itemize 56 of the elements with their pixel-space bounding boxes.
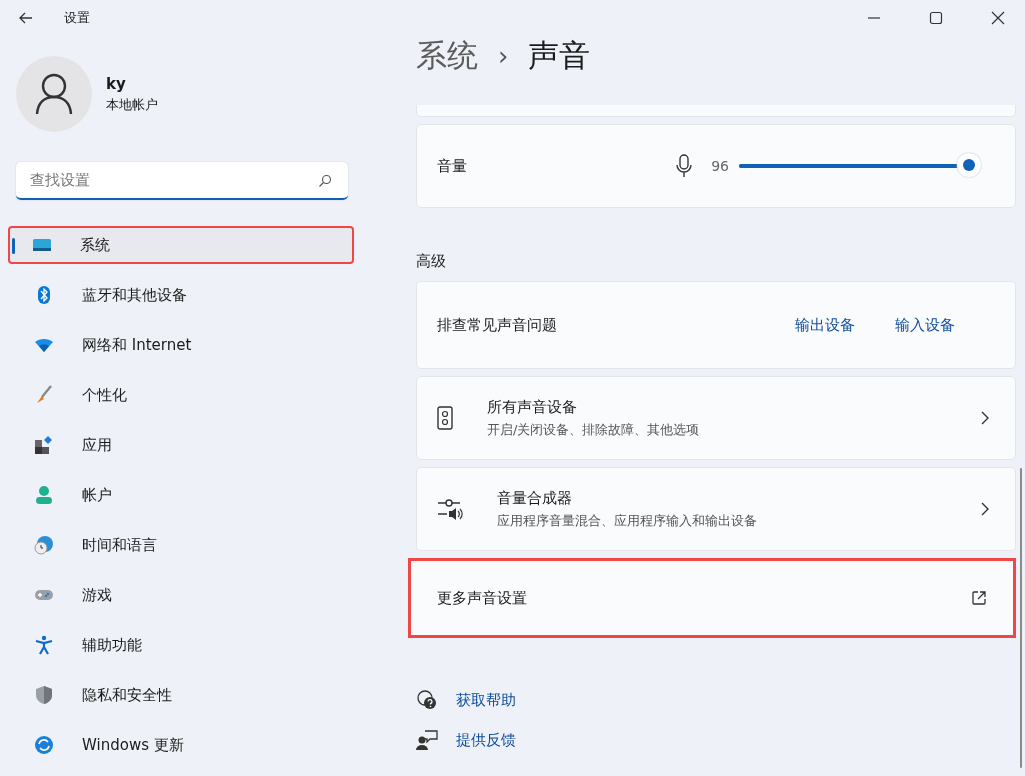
card-subtitle: 开启/关闭设备、排除故障、其他选项 [487,420,700,439]
sidebar-item[interactable]: 系统 [8,226,354,264]
brush-icon [34,385,54,405]
page-title: 声音 [528,36,591,75]
troubleshoot-label: 排查常见声音问题 [437,315,557,335]
avatar-icon [16,56,92,132]
breadcrumb-parent[interactable]: 系统 [416,35,478,77]
device-link[interactable]: 输入设备 [895,315,955,335]
footer-link[interactable]: 提供反馈 [456,730,516,750]
account-type: 本地帐户 [106,95,158,114]
microphone-icon[interactable] [675,154,694,178]
sidebar-item[interactable]: 时间和语言 [16,526,354,564]
selection-indicator [12,238,15,254]
settings-card[interactable]: 所有声音设备 开启/关闭设备、排除故障、其他选项 [416,376,1016,460]
mixer-icon [437,498,463,520]
sidebar-item[interactable]: 游戏 [16,576,354,614]
footer-link[interactable]: 获取帮助 [456,690,516,710]
feedback-icon [416,729,438,751]
clock-globe-icon [34,535,54,555]
shield-icon [34,685,54,705]
device-link[interactable]: 输出设备 [795,315,855,335]
window-title: 设置 [64,9,90,27]
accessibility-icon [34,635,54,655]
apps-icon [34,435,54,455]
card-subtitle: 应用程序音量混合、应用程序输入和输出设备 [497,511,757,530]
help-icon [416,689,438,711]
breadcrumb-separator: › [498,41,509,71]
scrollbar[interactable] [1020,468,1022,768]
search-icon [318,174,332,188]
back-arrow-icon[interactable] [18,10,34,26]
maximize-icon[interactable] [929,11,943,25]
card-title: 更多声音设置 [437,588,527,608]
volume-label: 音量 [437,156,467,176]
settings-card[interactable]: 音量合成器 应用程序音量混合、应用程序输入和输出设备 [416,467,1016,551]
section-heading: 高级 [416,252,447,271]
volume-reading: 96 [711,158,729,174]
sidebar-item[interactable]: 应用 [16,426,354,464]
card-title: 音量合成器 [497,488,573,508]
person-icon [34,485,54,505]
sync-icon [34,735,54,755]
chevron-right-icon [981,411,989,425]
sidebar-item[interactable]: Windows 更新 [16,726,354,764]
sidebar-item[interactable]: 隐私和安全性 [16,676,354,714]
card-title: 所有声音设备 [487,397,578,417]
sidebar-item[interactable]: 蓝牙和其他设备 [16,276,354,314]
sidebar-item[interactable]: 网络和 Internet [16,326,354,364]
sidebar-item[interactable]: 辅助功能 [16,626,354,664]
external-settings-card[interactable]: 更多声音设置 [408,558,1016,638]
sidebar-item[interactable]: 帐户 [16,476,354,514]
search-field[interactable]: 查找设置 [16,162,348,200]
sidebar-item[interactable]: 个性化 [16,376,354,414]
external-link-icon [971,590,987,606]
chevron-right-icon [981,502,989,516]
close-icon[interactable] [991,11,1005,25]
account-name: ky [106,74,127,93]
speaker-icon [437,406,453,430]
